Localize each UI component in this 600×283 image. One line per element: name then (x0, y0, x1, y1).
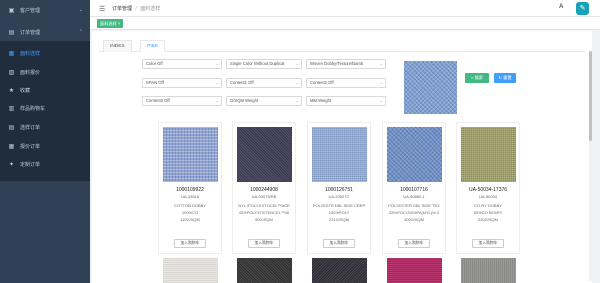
fabric-swatch-image (461, 127, 516, 182)
chevron-down-icon: ⌄ (295, 80, 299, 85)
weave-select[interactable]: Woven Dobby/Texture/Bamb ⌄ (306, 59, 386, 69)
content2-select[interactable]: Content2 Off ⌄ (306, 78, 386, 88)
star-icon: ★ (8, 87, 15, 94)
chevron-down-icon: ⌄ (379, 98, 383, 103)
user-icon: ▣ (8, 7, 15, 14)
custom-order-icon: ✦ (8, 161, 15, 168)
chevron-down-icon: ⌄ (215, 80, 219, 85)
hamburger-icon[interactable]: ☰ (99, 5, 105, 13)
order-icon: ▤ (8, 29, 15, 36)
color-select[interactable]: Color Off ⌄ (142, 59, 222, 69)
scrollbar[interactable] (589, 51, 592, 281)
tag-fabric-selection[interactable]: 面料选样 × (97, 19, 124, 28)
chevron-down-icon: ⌄ (379, 80, 383, 85)
sidebar-item-sample-cart[interactable]: ▥ 样品购物车 (0, 99, 90, 117)
add-to-cart-button[interactable]: 加入购物车 (472, 239, 504, 248)
tags-view-bar: 面料选样 × (90, 17, 600, 30)
product-card[interactable]: UA-50034-17376 UA-50034 CO-RY DOBBY 50%C… (456, 122, 520, 254)
quote-order-icon: ▦ (8, 143, 15, 150)
breadcrumb-current: 面料选样 (140, 6, 161, 12)
breadcrumb-separator: / (135, 6, 137, 12)
mm-weight-select[interactable]: MM Weight ⌄ (306, 96, 386, 106)
tab-pibe[interactable]: PIBE (140, 40, 165, 52)
chevron-down-icon: ⌄ (295, 98, 299, 103)
language-icon[interactable]: A (559, 4, 563, 10)
chevron-down-icon: ⌄ (215, 61, 219, 66)
tab-index[interactable]: INDEX (103, 40, 132, 52)
sidebar-item-orders[interactable]: ▤ 订单管理 ⌃ (0, 23, 90, 41)
add-to-cart-button[interactable]: 加入购物车 (174, 239, 206, 248)
sidebar-item-favorites[interactable]: ★ 收藏 (0, 81, 90, 99)
add-to-cart-button[interactable]: 加入购物车 (323, 239, 355, 248)
gsqm-weight-select[interactable]: G/SQM Weight ⌄ (226, 96, 302, 106)
fabric-swatch-image[interactable] (237, 258, 292, 283)
single-color-select[interactable]: Single Color Without Duplicat ⌄ (226, 59, 302, 69)
fabric-preview-image (404, 61, 457, 114)
chevron-down-icon: ⌄ (215, 98, 219, 103)
top-navbar: ☰ 订单管理 / 面料选样 A ✎ (90, 0, 600, 17)
sidebar-item-customer[interactable]: ▣ 客户管理 ⌄ (0, 1, 90, 19)
fabric-swatch-image[interactable] (312, 258, 367, 283)
search-icon: ⌕ (471, 75, 474, 80)
add-to-cart-button[interactable]: 加入购物车 (248, 239, 280, 248)
fabric-swatch-image[interactable] (387, 258, 442, 283)
product-card[interactable]: 1000107716 UA-50880-1 POLYESTER DBL SIDE… (382, 122, 446, 254)
refresh-icon: ↻ (498, 75, 502, 80)
chevron-down-icon: ⌄ (78, 7, 83, 13)
fabric-swatch-image (237, 127, 292, 182)
sidebar-item-custom-orders[interactable]: ✦ 定制订单 (0, 155, 90, 173)
breadcrumb-root[interactable]: 订单管理 (112, 6, 132, 12)
sidebar-item-quote-orders[interactable]: ▦ 报价订单 (0, 137, 90, 155)
sidebar-item-fabric-selection[interactable]: ▦ 面料选样 (0, 44, 90, 62)
sidebar: ▣ 客户管理 ⌄ ▤ 订单管理 ⌃ ▦ 面料选样 ▧ 面料报价 ★ 收藏 ▥ 样… (0, 0, 90, 283)
fabric-icon: ▦ (8, 50, 15, 57)
cart-icon: ▥ (8, 105, 15, 112)
scrollbar-thumb[interactable] (589, 51, 592, 141)
chevron-down-icon: ⌄ (295, 61, 299, 66)
content1-select[interactable]: Content1 Off ⌄ (226, 78, 302, 88)
span-select[interactable]: SPAN Off ⌄ (142, 78, 222, 88)
product-card[interactable]: 1000244908 UA-00079/RB NYL /POLY.EXTOCEL… (232, 122, 296, 254)
tab-bar: INDEX PIBE (100, 40, 585, 52)
reset-button[interactable]: ↻ 重置 (494, 73, 516, 83)
product-card[interactable]: 1000126751 UA-20527C POLYESTE DBL SIDE C… (307, 122, 371, 254)
breadcrumb: 订单管理 / 面料选样 (112, 5, 160, 12)
product-card[interactable]: 1000109922 UA-33816 COTTON DOBBY 100%CO … (158, 122, 222, 254)
fabric-swatch-image[interactable] (461, 258, 516, 283)
add-to-cart-button[interactable]: 加入购物车 (398, 239, 430, 248)
chevron-down-icon: ⌄ (379, 61, 383, 66)
fabric-swatch-image (163, 127, 218, 182)
quote-icon: ▧ (8, 69, 15, 76)
fabric-swatch-image (387, 127, 442, 182)
sidebar-item-fabric-quote[interactable]: ▧ 面料报价 (0, 63, 90, 81)
fabric-swatch-image (312, 127, 367, 182)
fabric-swatch-image[interactable] (163, 258, 218, 283)
content3-select[interactable]: Content3 Off ⌄ (142, 96, 222, 106)
search-button[interactable]: ⌕ 搜索 (465, 73, 489, 83)
sidebar-item-sample-orders[interactable]: ▤ 选样订单 (0, 118, 90, 136)
sample-order-icon: ▤ (8, 124, 15, 131)
chevron-up-icon: ⌃ (78, 29, 83, 35)
avatar[interactable]: ✎ (576, 2, 589, 15)
